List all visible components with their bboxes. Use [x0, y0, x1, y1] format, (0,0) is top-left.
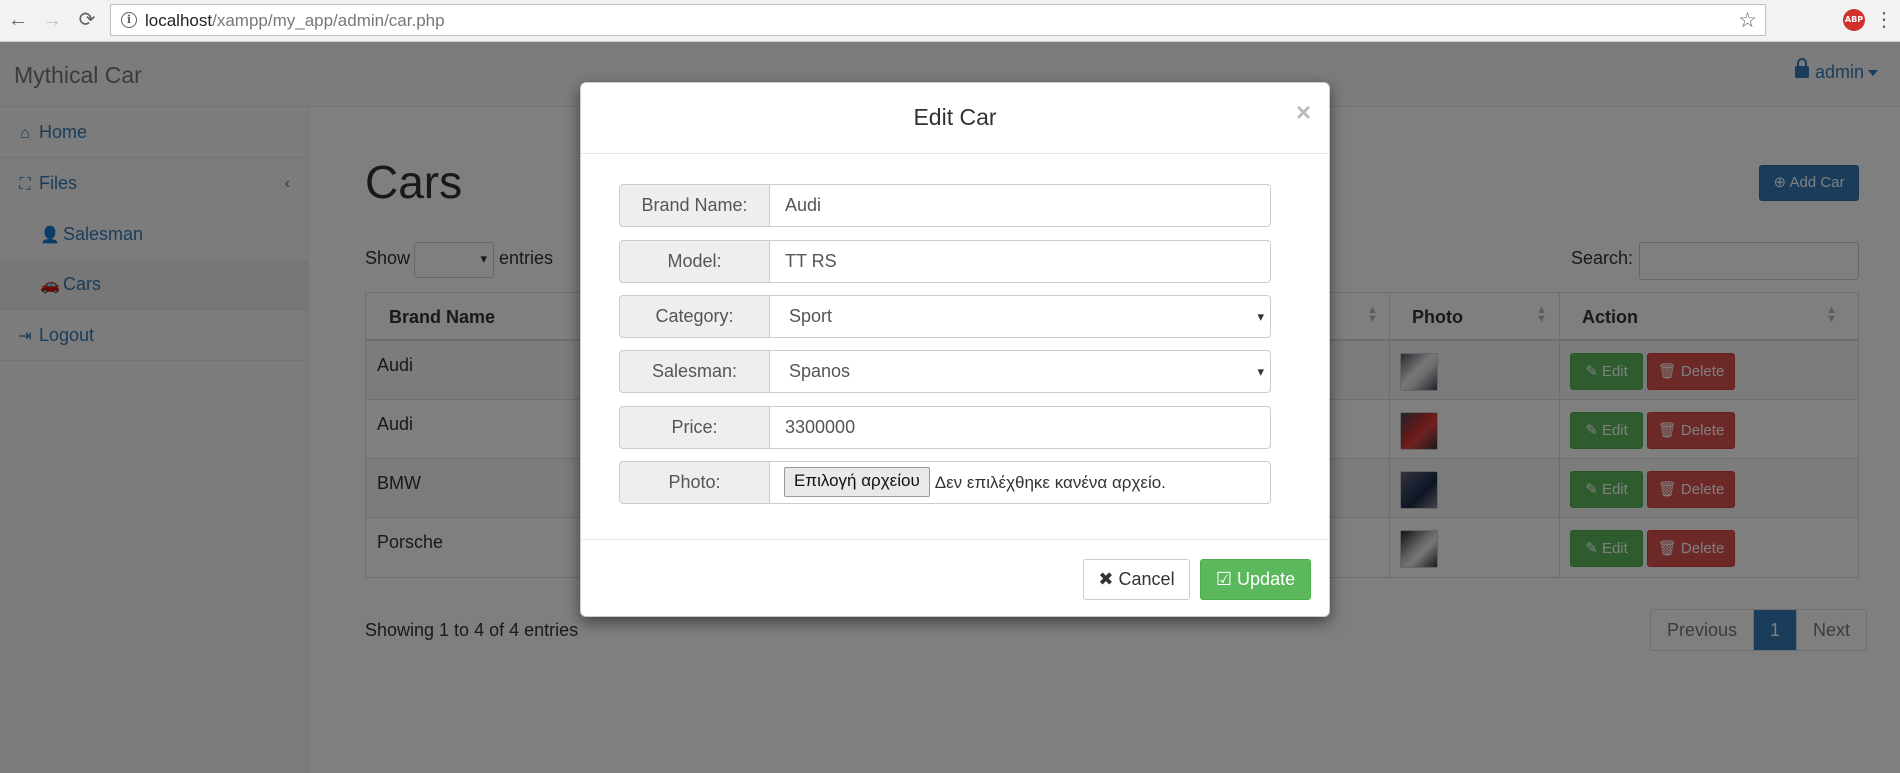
- brand-name-input[interactable]: Audi: [769, 184, 1271, 227]
- x-icon: ✖: [1098, 569, 1114, 589]
- edit-car-modal: Edit Car × Brand Name: Audi Model: TT RS…: [580, 82, 1330, 617]
- salesman-label: Salesman:: [619, 350, 770, 393]
- form-row-brand: Brand Name: Audi: [619, 184, 1271, 227]
- brand-name-label: Brand Name:: [619, 184, 770, 227]
- back-arrow-icon[interactable]: ←: [6, 8, 30, 32]
- bookmark-star-icon[interactable]: ☆: [1738, 8, 1757, 33]
- info-icon[interactable]: i: [121, 12, 137, 28]
- price-label: Price:: [619, 406, 770, 449]
- form-row-photo: Photo: Επιλογή αρχείου Δεν επιλέχθηκε καν…: [619, 461, 1271, 504]
- url-host: localhost: [145, 11, 213, 30]
- form-row-price: Price: 3300000: [619, 406, 1271, 449]
- file-status: Δεν επιλέχθηκε κανένα αρχείο.: [934, 473, 1166, 492]
- form-row-salesman: Salesman: Spanos: [619, 350, 1271, 393]
- url-text[interactable]: localhost/xampp/my_app/admin/car.php: [145, 11, 445, 31]
- address-bar[interactable]: i localhost/xampp/my_app/admin/car.php ☆: [110, 4, 1766, 36]
- modal-footer: ✖ Cancel ☑ Update: [581, 540, 1329, 617]
- salesman-select[interactable]: Spanos: [769, 350, 1271, 393]
- form-row-category: Category: Sport: [619, 295, 1271, 338]
- choose-file-button[interactable]: Επιλογή αρχείου: [784, 467, 930, 498]
- close-icon[interactable]: ×: [1296, 97, 1311, 128]
- forward-arrow-icon[interactable]: →: [40, 8, 64, 32]
- modal-header: Edit Car ×: [581, 83, 1329, 154]
- form-row-model: Model: TT RS: [619, 240, 1271, 283]
- photo-file-input: Επιλογή αρχείου Δεν επιλέχθηκε κανένα αρχ…: [769, 461, 1271, 504]
- model-label: Model:: [619, 240, 770, 283]
- category-label: Category:: [619, 295, 770, 338]
- cancel-button[interactable]: ✖ Cancel: [1083, 559, 1190, 600]
- category-select[interactable]: Sport: [769, 295, 1271, 338]
- modal-body: Brand Name: Audi Model: TT RS Category: …: [581, 154, 1329, 540]
- browser-menu-icon[interactable]: ⋮: [1874, 8, 1894, 32]
- modal-title: Edit Car: [913, 104, 997, 130]
- browser-toolbar: ← → ⟳ i localhost/xampp/my_app/admin/car…: [0, 0, 1900, 42]
- check-square-icon: ☑: [1215, 569, 1233, 589]
- update-label: Update: [1237, 569, 1296, 589]
- cancel-label: Cancel: [1118, 569, 1175, 589]
- url-path: /xampp/my_app/admin/car.php: [212, 11, 445, 30]
- model-input[interactable]: TT RS: [769, 240, 1271, 283]
- price-input[interactable]: 3300000: [769, 406, 1271, 449]
- adblock-extension-icon[interactable]: ABP: [1843, 9, 1865, 31]
- update-button[interactable]: ☑ Update: [1200, 559, 1311, 600]
- photo-label: Photo:: [619, 461, 770, 504]
- reload-icon[interactable]: ⟳: [75, 8, 99, 32]
